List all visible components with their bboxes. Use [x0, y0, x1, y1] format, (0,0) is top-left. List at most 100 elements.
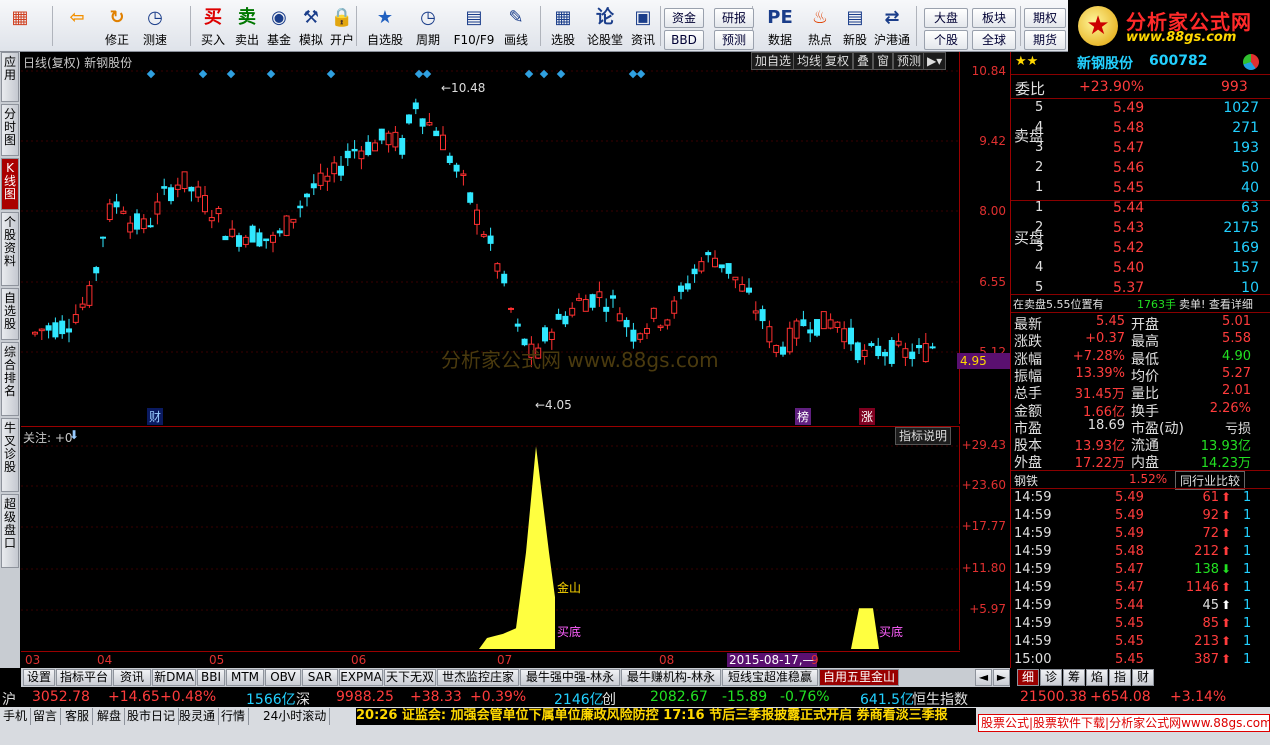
buy-volume: 2175	[1223, 220, 1259, 236]
index-item-3: +0.48%	[160, 689, 217, 705]
toolbar-button-label: 周期	[415, 33, 440, 47]
news-bar-item-4[interactable]: 股市日记	[124, 708, 180, 725]
bottom-tab-1[interactable]: 指标平台	[56, 669, 112, 686]
bottom-tab-10[interactable]: 世杰监控庄家	[437, 669, 519, 686]
indicator-axis-label: +5.97	[969, 602, 1006, 616]
candle-body	[208, 217, 215, 222]
bottom-tab-13[interactable]: 短线宝超准稳赢	[722, 669, 818, 686]
toolbar-small-9[interactable]: 期货	[1024, 30, 1066, 50]
left-tab-5[interactable]: 综合排名	[1, 342, 19, 416]
candle-body	[72, 314, 79, 323]
sell-level: 2	[1035, 160, 1044, 175]
toolbar-button-5[interactable]: 卖卖出	[232, 3, 262, 49]
bottom-tab-11[interactable]: 最牛强中强-林永	[520, 669, 620, 686]
toolbar-button-2[interactable]: ↻ 修正	[100, 3, 134, 49]
bottom-tab-16[interactable]: 诊	[1040, 669, 1062, 686]
candle-body	[589, 294, 596, 308]
bottom-tab-19[interactable]: 指	[1109, 669, 1131, 686]
arrow-up-icon: ⬆	[1221, 526, 1232, 540]
bottom-tab-0[interactable]: 设置	[23, 669, 55, 686]
left-tab-4[interactable]: 自选股	[1, 288, 19, 340]
bottom-tab-4[interactable]: BBI	[197, 669, 225, 686]
toolbar-button-17[interactable]: ♨ 热点	[804, 3, 836, 49]
toolbar-button-3[interactable]: ◷ 测速	[138, 3, 172, 49]
toolbar-button-4[interactable]: 买买入	[198, 3, 228, 49]
bottom-tab-14[interactable]: 自用五里金山	[819, 669, 899, 686]
bottom-tab-8[interactable]: EXPMA	[339, 669, 383, 686]
news-bar-item-1[interactable]: 留言	[30, 708, 62, 725]
toolbar-small-5[interactable]: 个股	[924, 30, 968, 50]
toolbar-button-15[interactable]: ▣ 资讯	[627, 3, 659, 49]
toolbar-small-7[interactable]: 全球	[972, 30, 1016, 50]
news-ticker[interactable]: 20:26 证监会: 加强会管单位下属单位廉政风险防控 17:16 节后三季报披…	[356, 708, 976, 725]
bottom-tab-20[interactable]: 财	[1132, 669, 1154, 686]
tab-scroll-left-icon[interactable]: ◄	[975, 669, 992, 686]
sell-volume: 1027	[1223, 100, 1259, 116]
tick-price: 5.47	[1115, 562, 1144, 577]
toolbar-button-13[interactable]: ▦ 选股	[546, 3, 580, 49]
bottom-tab-2[interactable]: 资讯	[113, 669, 151, 686]
toolbar-button-0[interactable]: ▦	[4, 3, 36, 49]
left-tab-6[interactable]: 牛叉诊股	[1, 418, 19, 492]
toolbar-button-12[interactable]: ✎ 画线	[498, 3, 534, 49]
left-tab-2[interactable]: K线图	[1, 158, 19, 210]
bottom-tab-5[interactable]: MTM	[226, 669, 264, 686]
toolbar-small-1[interactable]: BBD	[664, 30, 704, 50]
bottom-tab-12[interactable]: 最牛赚机构-林永	[621, 669, 721, 686]
news-bar-item-2[interactable]: 客服	[62, 708, 94, 725]
bottom-tab-9[interactable]: 天下无双	[384, 669, 436, 686]
candle-body	[222, 235, 229, 241]
toolbar-button-6[interactable]: ◉ 基金	[264, 3, 294, 49]
toolbar-button-16[interactable]: PE 数据	[762, 3, 798, 49]
toolbar-small-6[interactable]: 板块	[972, 8, 1016, 28]
indicator-chart[interactable]: 关注: +0 ⬇ 指标说明 金山 买底 买底	[21, 426, 960, 650]
toolbar-small-8[interactable]: 期权	[1024, 8, 1066, 28]
news-bar-item-7[interactable]: 24小时滚动	[260, 708, 331, 725]
news-bar-item-5[interactable]: 股灵通	[176, 708, 220, 725]
candle-body	[854, 342, 861, 361]
date-tag: 2015-08-17,—	[727, 653, 817, 667]
买-icon: 买	[204, 7, 222, 28]
tick-count: 1	[1243, 598, 1252, 613]
bottom-tab-3[interactable]: 新DMA	[152, 669, 196, 686]
toolbar-small-4[interactable]: 大盘	[924, 8, 968, 28]
tab-scroll-right-icon[interactable]: ►	[993, 669, 1010, 686]
news-icon: ▣	[634, 7, 652, 28]
toolbar-button-7[interactable]: ⚒ 模拟	[296, 3, 326, 49]
toolbar-small-2[interactable]: 研报	[714, 8, 754, 28]
left-tab-7[interactable]: 超级盘口	[1, 494, 19, 568]
bottom-tab-17[interactable]: 筹	[1063, 669, 1085, 686]
toolbar-button-9[interactable]: ★ 自选股	[364, 3, 406, 49]
toolbar-small-3[interactable]: 预测	[714, 30, 754, 50]
toolbar-button-11[interactable]: ▤ F10/F9	[452, 3, 496, 49]
candle-body	[691, 268, 698, 275]
candle-body	[868, 343, 875, 346]
candle-body	[725, 263, 732, 274]
candle-body	[569, 307, 576, 316]
news-bar-item-3[interactable]: 解盘	[94, 708, 126, 725]
toolbar-button-18[interactable]: ▤ 新股	[840, 3, 870, 49]
bottom-tab-18[interactable]: 焰	[1086, 669, 1108, 686]
toolbar-small-0[interactable]: 资金	[664, 8, 704, 28]
toolbar-button-19[interactable]: ⇄ 沪港通	[874, 3, 910, 49]
bottom-tab-7[interactable]: SAR	[302, 669, 338, 686]
left-tab-1[interactable]: 分时图	[1, 104, 19, 156]
left-tab-0[interactable]: 应用	[1, 52, 19, 102]
candle-body	[576, 297, 582, 301]
toolbar-button-8[interactable]: 🔒 开户	[327, 3, 357, 49]
buy-level: 3	[1035, 240, 1044, 255]
news-bar-item-6[interactable]: 行情	[218, 708, 250, 725]
indicator-help-button[interactable]: 指标说明	[895, 427, 952, 445]
toolbar-button-10[interactable]: ◷ 周期	[408, 3, 448, 49]
favorite-star-icon[interactable]: ★★	[1015, 54, 1038, 69]
bottom-tab-15[interactable]: 细	[1017, 669, 1039, 686]
news-bar-item-0[interactable]: 手机	[0, 708, 32, 725]
toolbar-button-14[interactable]: 论论股堂	[586, 3, 624, 49]
toolbar-button-1[interactable]: ⇦	[60, 3, 94, 49]
month-label: 9	[811, 653, 819, 667]
bottom-tab-6[interactable]: OBV	[265, 669, 301, 686]
stat-value: 13.93亿	[1200, 439, 1251, 455]
left-tab-3[interactable]: 个股资料	[1, 212, 19, 286]
kline-chart[interactable]: 日线(复权) 新钢股份 加自选 均线 复权叠窗预测 ▶▾ ←10.48 ←4.05 分析…	[21, 52, 960, 425]
large-order-detail-link[interactable]: 卖单! 查看详细	[1179, 296, 1253, 312]
